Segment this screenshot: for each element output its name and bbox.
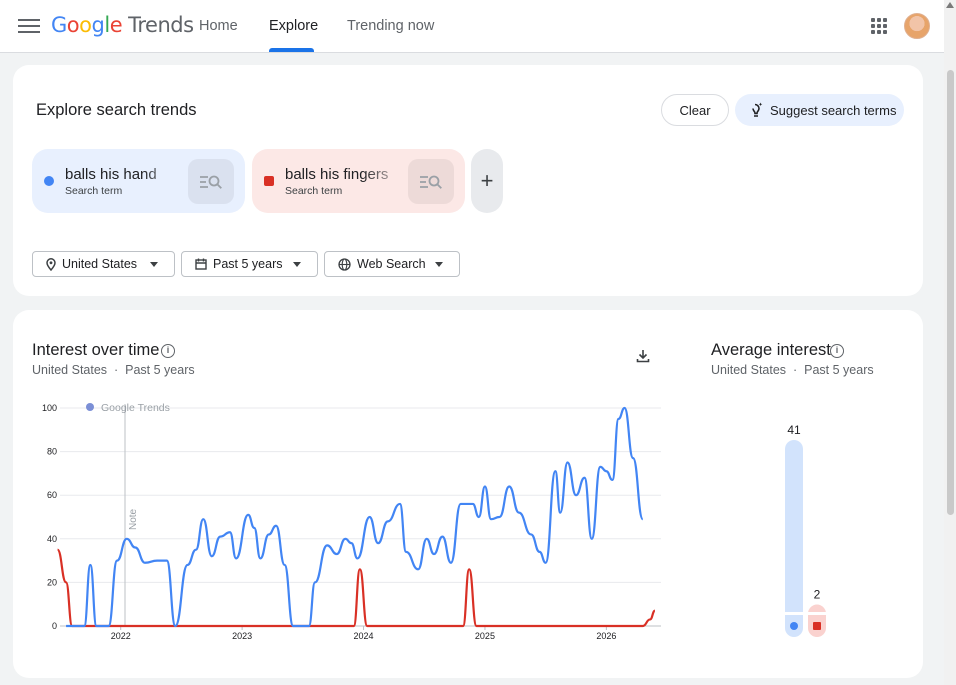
add-term-button[interactable]: + bbox=[471, 149, 503, 213]
explore-card: Explore search trends Clear Suggest sear… bbox=[13, 65, 923, 296]
series-line-balls-his-fingers[interactable] bbox=[56, 548, 656, 628]
x-tick-label: 2025 bbox=[475, 631, 495, 641]
square-marker-icon bbox=[264, 176, 274, 186]
tab-home[interactable]: Home bbox=[199, 18, 238, 34]
tab-trending-now[interactable]: Trending now bbox=[347, 18, 434, 34]
globe-icon bbox=[338, 257, 351, 271]
average-bar[interactable] bbox=[785, 440, 803, 637]
location-pin-icon bbox=[46, 257, 56, 271]
y-tick-label: 40 bbox=[47, 534, 57, 544]
avatar[interactable] bbox=[904, 13, 930, 39]
compare-search-icon[interactable] bbox=[188, 159, 234, 204]
search-term-chip-2[interactable]: balls his fingers Search term bbox=[252, 149, 465, 213]
search-term-type: Search term bbox=[285, 185, 343, 197]
chevron-down-icon bbox=[293, 262, 301, 267]
circle-marker-icon bbox=[790, 622, 798, 630]
note-label[interactable]: Note bbox=[128, 508, 139, 530]
tab-explore[interactable]: Explore bbox=[269, 18, 318, 34]
google-trends-logo[interactable]: Google Trends bbox=[51, 13, 194, 37]
scroll-up-arrow-icon[interactable] bbox=[946, 2, 954, 8]
search-type-filter-label: Web Search bbox=[357, 257, 426, 271]
circle-marker-icon bbox=[44, 176, 54, 186]
x-tick-label: 2026 bbox=[596, 631, 616, 641]
interest-card: Interest over time i United States · Pas… bbox=[13, 310, 923, 678]
y-tick-label: 100 bbox=[42, 403, 57, 413]
x-tick-label: 2022 bbox=[111, 631, 131, 641]
search-term-chip-1[interactable]: balls his hand Search term bbox=[32, 149, 245, 213]
average-value-label: 2 bbox=[814, 588, 821, 602]
top-bar: Google Trends Home Explore Trending now bbox=[0, 0, 944, 53]
bar-divider bbox=[785, 612, 803, 615]
region-filter-dropdown[interactable]: United States bbox=[32, 251, 175, 277]
x-tick-label: 2024 bbox=[354, 631, 374, 641]
scrollbar[interactable] bbox=[944, 0, 956, 685]
bar-divider bbox=[808, 612, 826, 615]
explore-title: Explore search trends bbox=[36, 101, 197, 119]
average-value-label: 41 bbox=[787, 423, 801, 437]
region-filter-label: United States bbox=[62, 257, 138, 271]
scrollbar-thumb[interactable] bbox=[947, 70, 954, 515]
interest-chart: 0 20 40 60 80 100 2022 2023 2024 2025 2026 Note Goog… bbox=[42, 402, 826, 641]
chevron-down-icon bbox=[435, 262, 443, 267]
search-type-filter-dropdown[interactable]: Web Search bbox=[324, 251, 460, 277]
suggest-search-terms-button[interactable]: Suggest search terms bbox=[735, 94, 904, 126]
time-filter-label: Past 5 years bbox=[213, 257, 283, 271]
google-trends-watermark-icon bbox=[86, 403, 94, 411]
y-tick-label: 20 bbox=[47, 577, 57, 587]
square-marker-icon bbox=[813, 622, 821, 630]
series-line-balls-his-hand[interactable] bbox=[66, 406, 644, 628]
chevron-down-icon bbox=[150, 262, 158, 267]
y-tick-label: 60 bbox=[47, 490, 57, 500]
sparkle-bulb-icon bbox=[752, 102, 763, 117]
clear-button[interactable]: Clear bbox=[661, 94, 729, 126]
time-filter-dropdown[interactable]: Past 5 years bbox=[181, 251, 318, 277]
chart-watermark: Google Trends bbox=[101, 402, 170, 414]
apps-grid-icon[interactable] bbox=[871, 18, 887, 34]
active-tab-indicator bbox=[269, 48, 314, 52]
y-tick-label: 80 bbox=[47, 447, 57, 457]
x-tick-label: 2023 bbox=[232, 631, 252, 641]
calendar-icon bbox=[195, 258, 207, 270]
hamburger-menu-icon[interactable] bbox=[18, 16, 40, 36]
average-bar[interactable] bbox=[808, 604, 826, 637]
search-term-type: Search term bbox=[65, 185, 123, 197]
compare-search-icon[interactable] bbox=[408, 159, 454, 204]
suggest-label: Suggest search terms bbox=[770, 102, 897, 118]
y-tick-label: 0 bbox=[52, 621, 57, 631]
